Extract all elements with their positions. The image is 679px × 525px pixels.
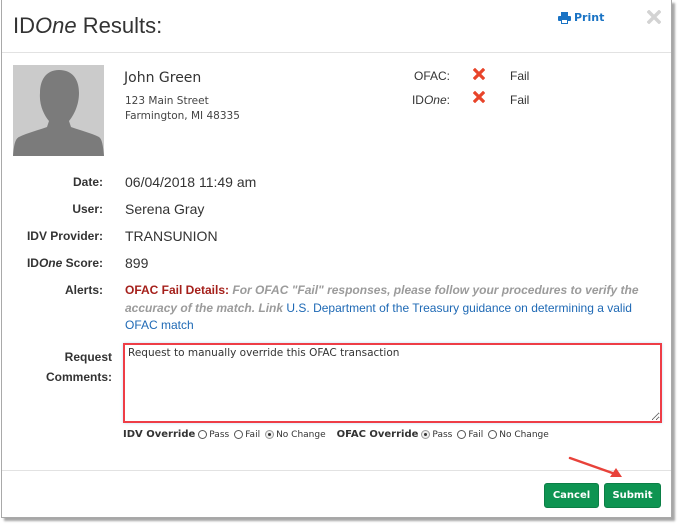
title-italic: One	[35, 13, 77, 38]
user-value: Serena Gray	[125, 201, 205, 217]
provider-label: IDV Provider:	[26, 229, 103, 243]
label-suffix: :	[446, 93, 450, 107]
alert-message: OFAC Fail Details: For OFAC "Fail" respo…	[125, 282, 655, 335]
date-value: 06/04/2018 11:49 am	[125, 174, 257, 190]
title-prefix: ID	[13, 13, 35, 38]
radio-circle[interactable]	[488, 430, 498, 439]
ofac-status-label: OFAC:	[380, 69, 450, 83]
idone-status-value: Fail	[510, 93, 530, 107]
fail-x-icon	[473, 91, 485, 103]
score-value: 899	[125, 255, 149, 271]
idv-override-pass-radio[interactable]: Pass	[198, 430, 229, 440]
address-line2: Farmington, MI 48335	[125, 110, 240, 122]
radio-circle[interactable]	[198, 430, 208, 439]
label-italic: One	[38, 256, 63, 270]
submit-button[interactable]: Submit	[604, 483, 661, 508]
print-link[interactable]: Print	[558, 11, 604, 24]
radio-label: Fail	[245, 429, 261, 440]
idone-status-label: IDOne:	[380, 93, 450, 107]
cancel-button[interactable]: Cancel	[544, 483, 599, 508]
comments-label-line2: Comments:	[45, 370, 112, 384]
comments-label: Request Comments:	[22, 347, 112, 387]
request-comments-textarea[interactable]: Request to manually override this OFAC t…	[123, 343, 662, 423]
radio-label: No Change	[276, 429, 326, 440]
label-italic: One	[423, 93, 447, 107]
label-text: ID	[26, 256, 39, 270]
idv-override-nochange-radio[interactable]: No Change	[265, 430, 326, 440]
ofac-override-label: OFAC Override	[336, 429, 419, 440]
address-line1: 123 Main Street	[125, 95, 209, 107]
modal-header: IDOne Results: Print	[2, 0, 671, 53]
modal-title: IDOne Results:	[13, 12, 162, 40]
alerts-label: Alerts:	[64, 283, 103, 297]
alert-title: OFAC Fail Details:	[125, 283, 230, 297]
provider-value: TRANSUNION	[125, 228, 218, 244]
modal-footer: Cancel Submit	[2, 470, 671, 518]
radio-label: Fail	[468, 429, 484, 440]
user-label: User:	[72, 202, 103, 216]
radio-label: Pass	[432, 429, 453, 440]
score-label: IDOne Score:	[27, 256, 103, 270]
label-suffix: Score:	[62, 256, 103, 270]
radio-circle[interactable]	[457, 430, 467, 439]
label-text: ID	[411, 93, 424, 107]
person-silhouette-icon	[13, 65, 104, 156]
ofac-status-value: Fail	[510, 69, 530, 83]
close-icon[interactable]	[647, 10, 661, 24]
print-label: Print	[574, 11, 605, 24]
ofac-override-fail-radio[interactable]: Fail	[457, 430, 483, 440]
title-suffix: Results:	[76, 13, 163, 38]
ofac-override-nochange-radio[interactable]: No Change	[488, 430, 549, 440]
radio-label: Pass	[209, 429, 230, 440]
label-text: OFAC:	[413, 69, 450, 83]
date-label: Date:	[72, 175, 103, 189]
fail-x-icon	[473, 68, 485, 80]
print-icon	[558, 11, 571, 24]
idv-override-label: IDV Override	[123, 429, 196, 440]
person-name: John Green	[124, 70, 202, 86]
radio-circle-checked[interactable]	[265, 430, 275, 439]
idv-override-fail-radio[interactable]: Fail	[234, 430, 260, 440]
ofac-override-pass-radio[interactable]: Pass	[421, 430, 452, 440]
radio-circle[interactable]	[234, 430, 244, 439]
comments-label-line1: Request	[64, 350, 112, 364]
radio-label: No Change	[499, 429, 549, 440]
override-options: IDV Override Pass Fail No Change OFAC Ov…	[123, 429, 554, 440]
idone-results-modal: IDOne Results: Print John Green 123 Main…	[1, 0, 672, 518]
radio-circle-checked[interactable]	[421, 430, 431, 439]
